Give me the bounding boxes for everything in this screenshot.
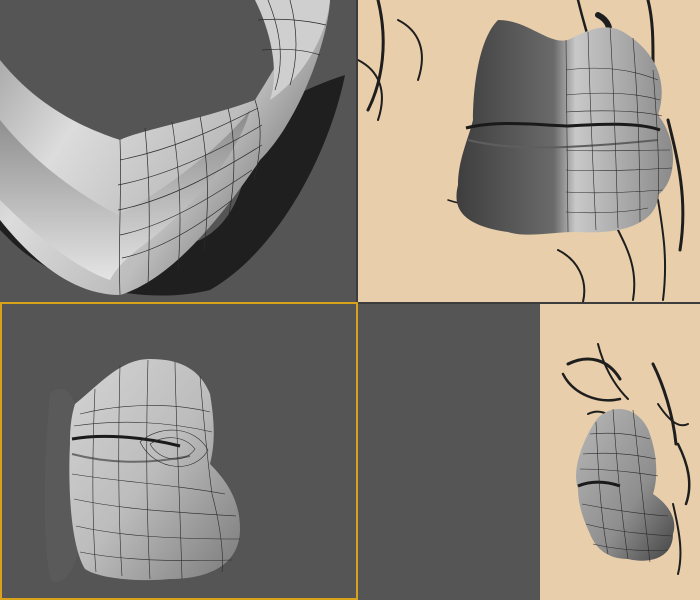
viewport-top-left[interactable] [0,0,356,302]
viewport-layout [0,0,700,600]
viewport-bottom-left[interactable] [0,304,356,600]
mouth-mesh-perspective [44,359,241,583]
viewport-top-right[interactable] [358,0,700,302]
viewport-splitter-horizontal[interactable] [0,302,700,304]
viewport-splitter-vertical[interactable] [356,0,358,600]
viewport-bottom-right[interactable] [358,304,700,600]
mouth-mesh-front-over-sketch [358,0,700,302]
mouth-mesh-side-over-sketch [540,304,700,600]
mouth-mesh-bottom-view [0,0,345,296]
